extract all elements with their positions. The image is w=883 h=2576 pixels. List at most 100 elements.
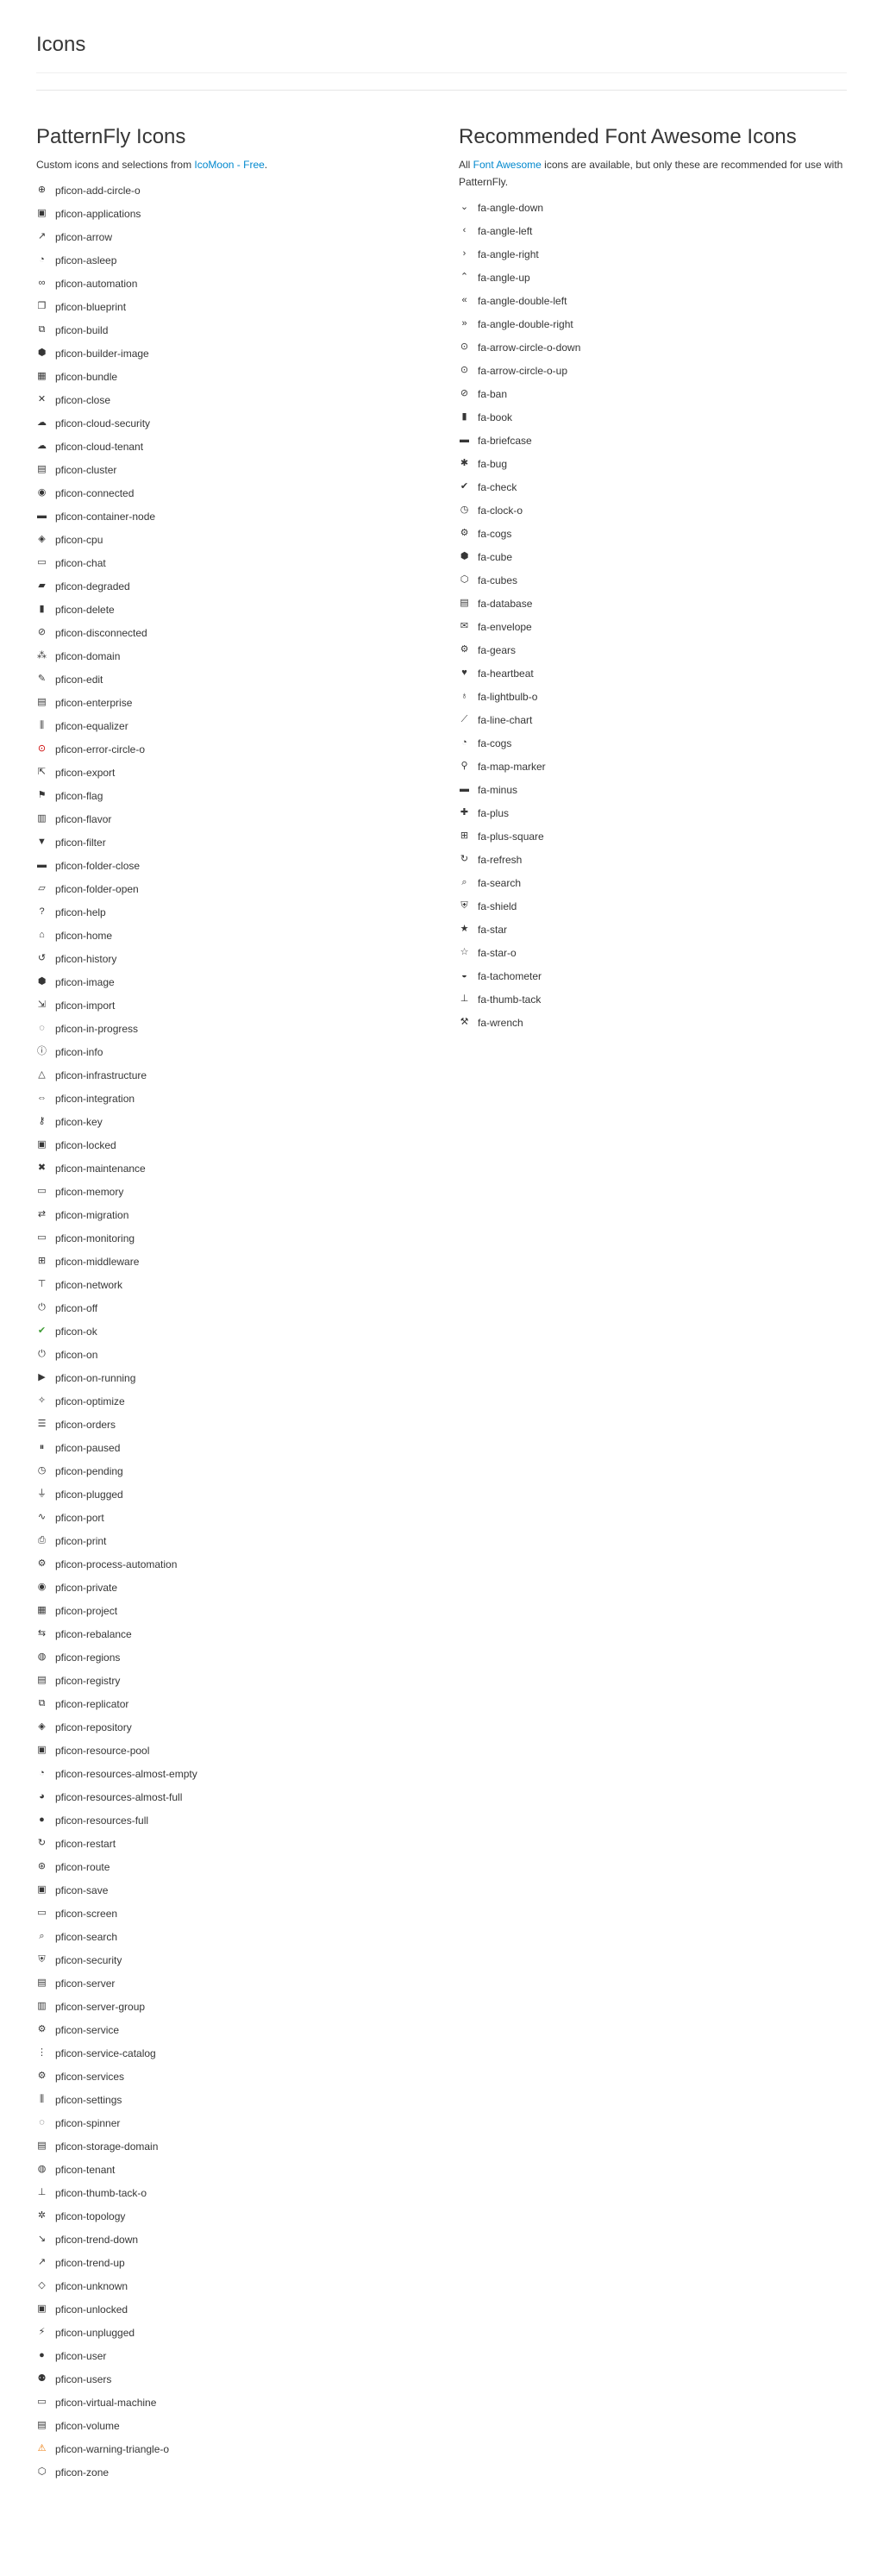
pficon-add-circle-o-icon: ⊕ (37, 185, 47, 195)
fa-map-marker-icon: ⚲ (460, 761, 468, 771)
icon-name-label: pficon-replicator (55, 1697, 129, 1710)
icon-list-item: ◍ pficon-regions (36, 1645, 459, 1669)
pficon-network-icon: ⊤ (37, 1279, 47, 1289)
icon-name-label: pficon-cluster (55, 463, 117, 476)
icon-list-item: ⊞ pficon-middleware (36, 1250, 459, 1273)
icon-name-label: fa-envelope (478, 620, 532, 633)
icon-name-label: pficon-service (55, 2023, 120, 2036)
font-awesome-link[interactable]: Font Awesome (473, 159, 542, 171)
icon-list-item: ⓘ pficon-info (36, 1040, 459, 1063)
icon-name-label: fa-check (478, 480, 517, 493)
icon-name-label: fa-cogs (478, 527, 512, 540)
icon-name-label: pficon-process-automation (55, 1558, 178, 1570)
icon-name-label: pficon-asleep (55, 254, 117, 266)
icon-name-label: pficon-integration (55, 1092, 135, 1105)
icon-list-item: ▤ pficon-enterprise (36, 691, 459, 714)
icon-name-label: pficon-private (55, 1581, 118, 1594)
icon-list-item: ✖ pficon-maintenance (36, 1156, 459, 1180)
fa-tachometer-icon: ◒ (461, 970, 467, 981)
icon-name-label: pficon-zone (55, 2466, 110, 2479)
icon-name-label: pficon-import (55, 999, 116, 1012)
icon-name-label: fa-search (478, 876, 522, 889)
fa-cube-icon: ⬢ (460, 551, 469, 561)
icon-name-label: fa-shield (478, 899, 517, 912)
icon-name-label: pficon-cloud-security (55, 417, 151, 429)
icon-list-item: ↺ pficon-history (36, 947, 459, 970)
icon-name-label: pficon-resource-pool (55, 1744, 150, 1757)
icon-name-label: pficon-settings (55, 2093, 122, 2106)
pficon-monitoring-icon: ▭ (37, 1232, 47, 1243)
pficon-users-icon: ⚉ (37, 2373, 47, 2384)
pficon-unlocked-icon: ▣ (37, 2303, 47, 2314)
pficon-unplugged-icon: ⚡ (38, 2327, 46, 2337)
pficon-bundle-icon: ▦ (37, 371, 47, 381)
icon-list-item: ⏻ pficon-off (36, 1296, 459, 1319)
fa-arrow-circle-o-up-icon: ⊙ (460, 365, 469, 375)
pficon-resources-almost-empty-icon: ◔ (39, 1768, 45, 1778)
icon-list-item: ▣ pficon-locked (36, 1133, 459, 1156)
icon-list-item: ◌ pficon-spinner (36, 2111, 459, 2134)
icon-list-item: ◌ pficon-in-progress (36, 1017, 459, 1040)
pficon-key-icon: ⚷ (38, 1116, 46, 1126)
icon-name-label: pficon-flag (55, 789, 103, 802)
icon-name-label: fa-plus (478, 806, 510, 819)
icon-list-item: ▣ pficon-resource-pool (36, 1739, 459, 1762)
icon-name-label: pficon-disconnected (55, 626, 147, 639)
icon-name-label: fa-clock-o (478, 504, 523, 517)
icon-list-item: ▭ pficon-chat (36, 551, 459, 574)
icon-list-item: ⊕ pficon-add-circle-o (36, 179, 459, 202)
icon-columns: PatternFly Icons Custom icons and select… (36, 125, 847, 2484)
font-awesome-icons-section: Recommended Font Awesome Icons All Font … (459, 125, 847, 2484)
icon-name-label: fa-plus-square (478, 830, 544, 843)
pficon-chat-icon: ▭ (37, 557, 47, 567)
icon-name-label: pficon-server (55, 1977, 116, 1990)
pficon-screen-icon: ▭ (37, 1908, 47, 1918)
pficon-user-icon: ● (39, 2350, 45, 2360)
description-suffix: . (264, 159, 268, 171)
pficon-on-running-icon: ▶ (38, 1372, 46, 1382)
icon-list-item: ⬡ fa-cubes (459, 568, 847, 592)
icon-name-label: pficon-tenant (55, 2163, 116, 2176)
icon-list-item: ⊙ pficon-error-circle-o (36, 737, 459, 761)
pficon-folder-open-icon: ▱ (38, 883, 46, 893)
fa-angle-double-left-icon: « (461, 295, 467, 305)
icomoon-link[interactable]: IcoMoon - Free (194, 159, 264, 171)
pficon-degraded-icon: ▰ (38, 580, 46, 591)
pficon-maintenance-icon: ✖ (37, 1163, 47, 1173)
icon-list-item: ▬ fa-minus (459, 778, 847, 801)
icon-list-item: ⚙ fa-cogs (459, 522, 847, 545)
icon-name-label: fa-star-o (478, 946, 517, 959)
icon-name-label: pficon-memory (55, 1185, 124, 1198)
pficon-tenant-icon: ◍ (37, 2164, 47, 2174)
pficon-trend-down-icon: ↘ (37, 2234, 47, 2244)
icon-name-label: pficon-connected (55, 486, 135, 499)
icon-name-label: pficon-build (55, 323, 109, 336)
icon-name-label: fa-minus (478, 783, 518, 796)
icon-name-label: fa-angle-right (478, 248, 539, 260)
icon-list-item: ◔ pficon-asleep (36, 248, 459, 272)
pficon-process-automation-icon: ⚙ (37, 1558, 47, 1569)
icon-list-item: ◉ pficon-connected (36, 481, 459, 505)
pficon-resources-full-icon: ● (39, 1814, 45, 1825)
icon-list-item: ☆ fa-star-o (459, 941, 847, 964)
pficon-infrastructure-icon: △ (38, 1069, 46, 1080)
pficon-asleep-icon: ◔ (39, 254, 45, 265)
icon-list-item: « fa-angle-double-left (459, 289, 847, 312)
patternfly-icons-section: PatternFly Icons Custom icons and select… (36, 125, 459, 2484)
fa-star-o-icon: ☆ (460, 947, 469, 957)
pficon-info-icon: ⓘ (37, 1046, 47, 1056)
icon-name-label: fa-wrench (478, 1016, 523, 1029)
pficon-cloud-tenant-icon: ☁ (37, 441, 47, 451)
icon-list-item: ▭ pficon-screen (36, 1902, 459, 1925)
icon-list-item: ⚙ pficon-service (36, 2018, 459, 2041)
pficon-rebalance-icon: ⇆ (37, 1628, 47, 1639)
pficon-server-group-icon: ▥ (37, 2001, 47, 2011)
icon-name-label: pficon-delete (55, 603, 115, 616)
icon-list-item: ⚠ pficon-warning-triangle-o (36, 2437, 459, 2460)
icon-list-item: ∞ pficon-automation (36, 272, 459, 295)
pficon-services-icon: ⚙ (37, 2071, 47, 2081)
icon-list-item: ↘ pficon-trend-down (36, 2228, 459, 2251)
icon-name-label: fa-briefcase (478, 434, 532, 447)
icon-list-item: ⧉ pficon-replicator (36, 1692, 459, 1715)
icon-name-label: pficon-orders (55, 1418, 116, 1431)
